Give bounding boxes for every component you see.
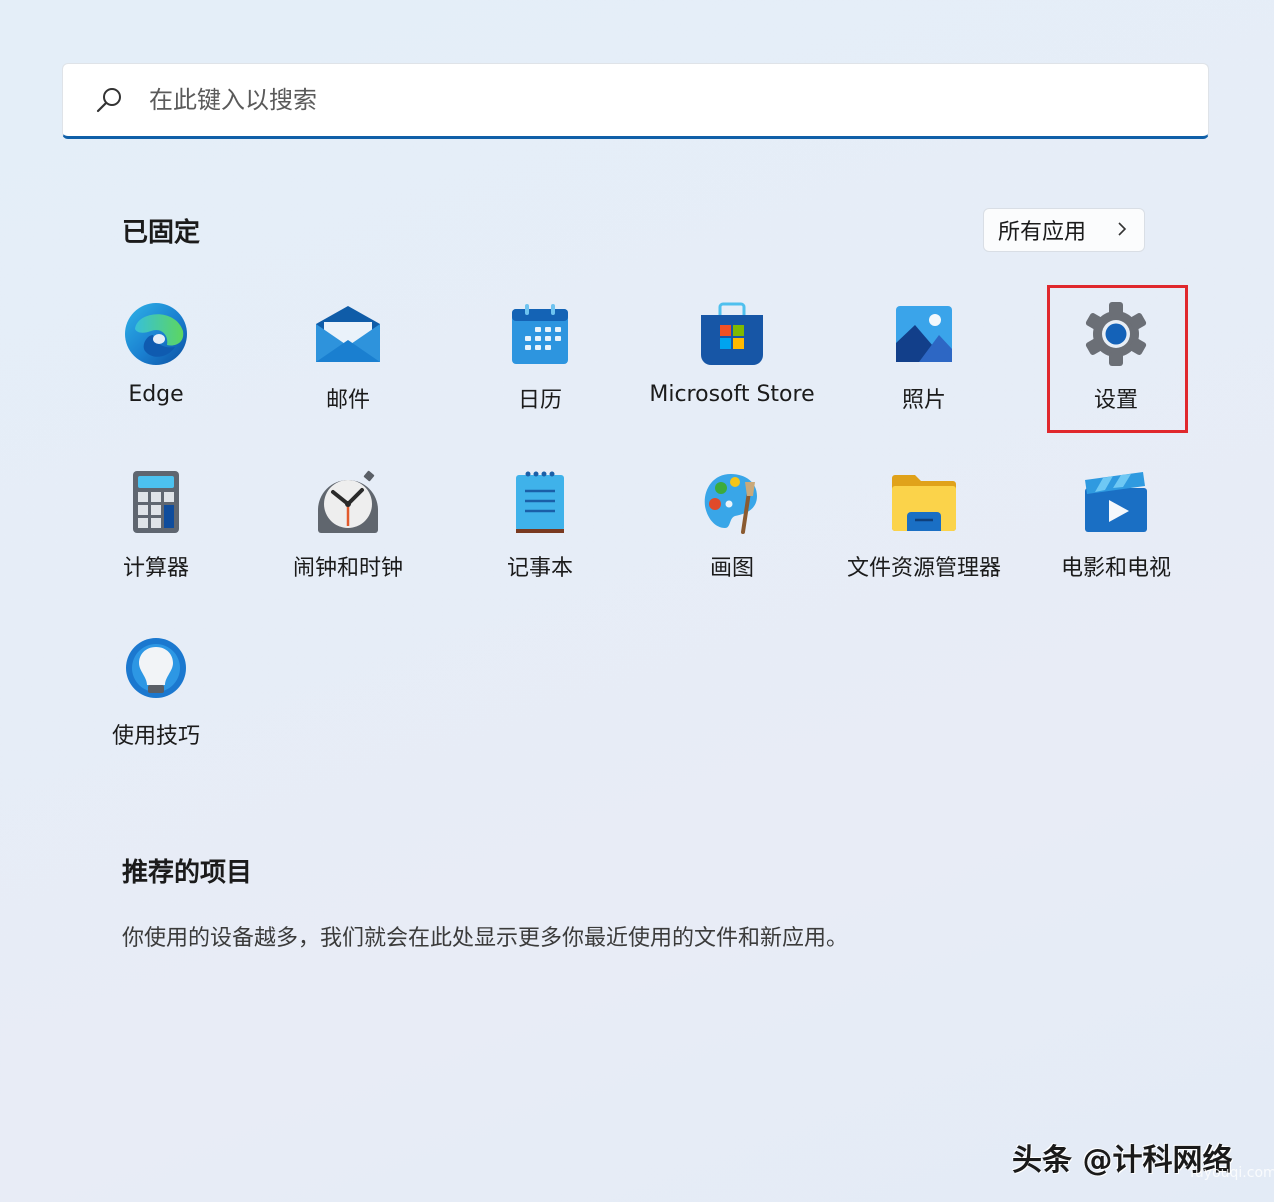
recommended-empty-text: 你使用的设备越多，我们就会在此处显示更多你最近使用的文件和新应用。 — [122, 926, 849, 951]
alarm-clock-icon — [314, 468, 382, 536]
recommended-title: 推荐的项目 — [122, 858, 253, 888]
settings-highlight-box — [1047, 285, 1188, 433]
app-label: 照片 — [901, 388, 946, 413]
calendar-icon — [506, 300, 574, 368]
app-label: 记事本 — [506, 556, 573, 581]
paint-palette-icon — [698, 468, 766, 536]
app-label: 计算器 — [122, 556, 189, 581]
pinned-app-file-explorer[interactable]: 文件资源管理器 — [828, 468, 1020, 618]
pinned-app-calendar[interactable]: 日历 — [444, 300, 636, 450]
pinned-app-edge[interactable]: Edge — [60, 300, 252, 450]
calculator-icon — [122, 468, 190, 536]
all-apps-label: 所有应用 — [998, 220, 1087, 245]
mail-icon — [314, 300, 382, 368]
pinned-app-paint[interactable]: 画图 — [636, 468, 828, 618]
tips-lightbulb-icon — [122, 636, 190, 704]
all-apps-button[interactable]: 所有应用 — [983, 208, 1145, 252]
pinned-app-calculator[interactable]: 计算器 — [60, 468, 252, 618]
chevron-right-icon — [1116, 218, 1128, 243]
app-label: 闹钟和时钟 — [292, 556, 403, 581]
photos-icon — [890, 300, 958, 368]
app-label: 文件资源管理器 — [846, 556, 1001, 581]
pinned-app-mail[interactable]: 邮件 — [252, 300, 444, 450]
notepad-icon — [506, 468, 574, 536]
app-label: 日历 — [517, 388, 562, 413]
app-label: 邮件 — [325, 388, 370, 413]
search-icon — [93, 84, 125, 116]
app-label: 电影和电视 — [1060, 556, 1171, 581]
pinned-app-tips[interactable]: 使用技巧 — [60, 636, 252, 786]
app-label: Edge — [128, 382, 184, 407]
pinned-app-microsoft-store[interactable]: Microsoft Store — [636, 300, 828, 450]
app-label: 使用技巧 — [111, 724, 200, 749]
edge-icon — [122, 300, 190, 368]
app-label: Microsoft Store — [649, 382, 815, 407]
pinned-app-notepad[interactable]: 记事本 — [444, 468, 636, 618]
movies-tv-icon — [1082, 468, 1150, 536]
pinned-app-alarm-clock[interactable]: 闹钟和时钟 — [252, 468, 444, 618]
pinned-title: 已固定 — [122, 218, 201, 248]
search-box[interactable] — [62, 63, 1209, 139]
watermark-sub: fuyouqi.com — [1190, 1165, 1274, 1181]
pinned-app-movies-tv[interactable]: 电影和电视 — [1020, 468, 1212, 618]
app-label: 画图 — [709, 556, 754, 581]
search-input[interactable] — [147, 85, 1051, 115]
folder-icon — [890, 468, 958, 536]
pinned-app-photos[interactable]: 照片 — [828, 300, 1020, 450]
store-icon — [698, 300, 766, 368]
